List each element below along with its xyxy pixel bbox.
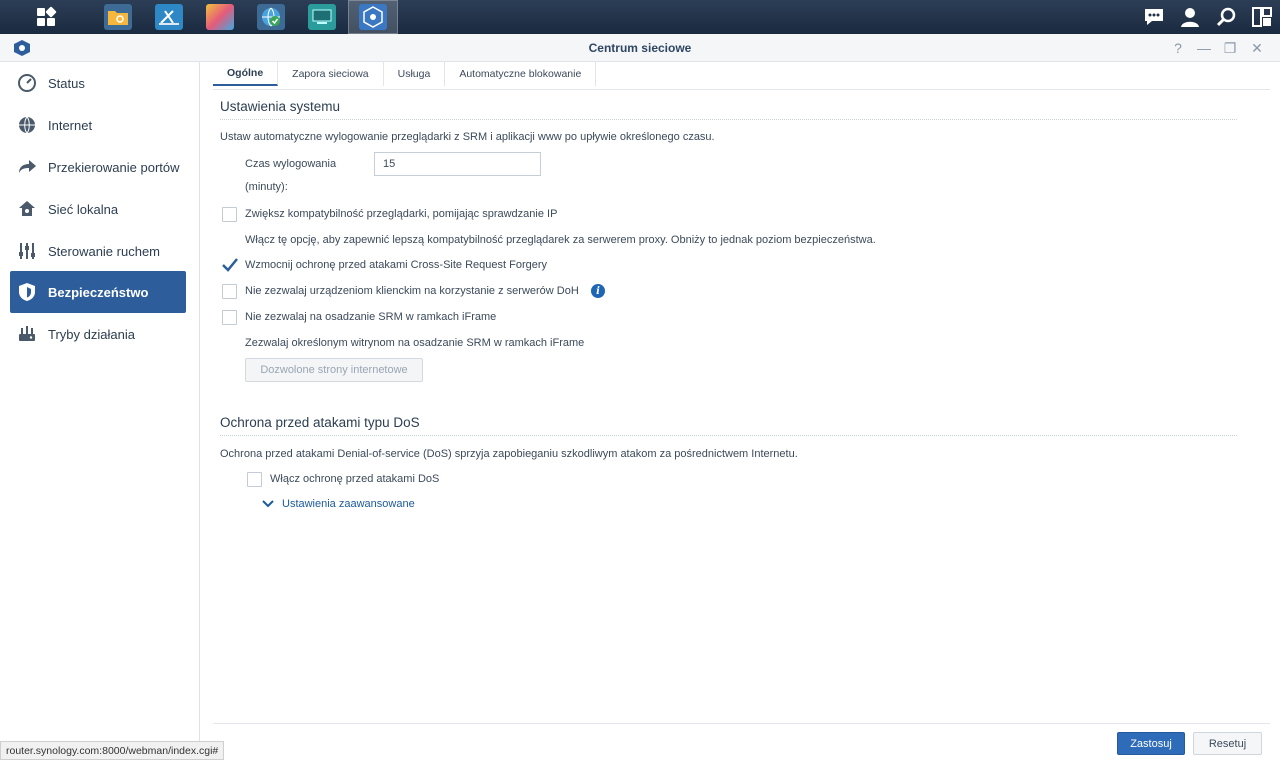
csrf-label: Wzmocnij ochronę przed atakami Cross-Sit… [245, 259, 548, 271]
sidebar-item-label: Internet [48, 117, 93, 133]
user-button[interactable] [1172, 0, 1208, 34]
dos-title: Ochrona przed atakami typu DoS [220, 415, 420, 430]
tab-general[interactable]: Ogólne [213, 62, 279, 86]
advanced-settings-link[interactable]: Ustawienia zaawansowane [262, 498, 415, 510]
iframe-label: Nie zezwalaj na osadzanie SRM w ramkach … [245, 311, 497, 323]
sidebar-item-operation-modes[interactable]: Tryby działania [10, 313, 186, 355]
sidebar-item-traffic-control[interactable]: Sterowanie ruchem [10, 230, 186, 272]
web-globe-icon [257, 4, 285, 30]
iframe-checkbox[interactable] [222, 310, 237, 325]
widgets-icon [1252, 7, 1272, 27]
reset-button[interactable]: Resetuj [1193, 732, 1262, 755]
ip-check-label: Zwiększ kompatybilność przeglądarki, pom… [245, 208, 558, 220]
sidebar-item-internet[interactable]: Internet [10, 104, 186, 146]
taskbar-app-network-tools[interactable] [144, 0, 194, 34]
close-button[interactable]: ✕ [1247, 38, 1267, 58]
main-menu-icon [37, 6, 57, 26]
taskbar-app-monitor[interactable] [297, 0, 347, 34]
network-tools-icon [155, 4, 183, 30]
port-forwarding-icon [16, 156, 38, 178]
window-title: Centrum sieciowe [588, 41, 692, 55]
system-settings-description: Ustaw automatyczne wylogowanie przegląda… [220, 131, 715, 143]
internet-icon [16, 114, 38, 136]
monitor-icon [308, 4, 336, 30]
taskbar [0, 0, 1280, 34]
sidebar-item-label: Status [48, 75, 85, 91]
logout-time-input[interactable]: 15 [374, 152, 541, 176]
notifications-button[interactable] [1136, 0, 1172, 34]
dos-enable-checkbox[interactable] [247, 472, 262, 487]
user-icon [1181, 8, 1199, 27]
search-icon [1216, 7, 1236, 27]
traffic-control-icon [16, 240, 38, 262]
allowed-sites-button[interactable]: Dozwolone strony internetowe [245, 358, 423, 382]
taskbar-app-web[interactable] [246, 0, 296, 34]
tab-service[interactable]: Usługa [384, 62, 446, 86]
file-station-icon [104, 4, 132, 30]
widgets-button[interactable] [1244, 0, 1280, 34]
info-icon[interactable]: i [591, 284, 605, 298]
sidebar-item-port-forwarding[interactable]: Przekierowanie portów [10, 146, 186, 188]
operation-modes-icon [16, 323, 38, 345]
browser-status-bar: router.synology.com:8000/webman/index.cg… [0, 741, 225, 760]
ip-check-checkbox[interactable] [222, 207, 237, 222]
dos-description: Ochrona przed atakami Denial-of-service … [220, 448, 798, 460]
sidebar-item-local-network[interactable]: Sieć lokalna [10, 188, 186, 230]
sidebar-item-label: Sieć lokalna [48, 201, 119, 217]
status-icon [16, 72, 38, 94]
taskbar-app-file-station[interactable] [93, 0, 143, 34]
system-settings-title: Ustawienia systemu [220, 99, 341, 114]
tab-bar: Ogólne Zapora sieciowa Usługa Automatycz… [213, 62, 597, 90]
section-divider [220, 119, 1237, 120]
notifications-icon [1145, 9, 1163, 25]
section-divider [220, 435, 1237, 436]
window-titlebar: Centrum sieciowe ? — ❐ ✕ [0, 34, 1280, 62]
network-center-icon [359, 4, 387, 30]
maximize-button[interactable]: ❐ [1220, 38, 1240, 58]
sidebar-item-status[interactable]: Status [10, 62, 186, 104]
apply-button[interactable]: Zastosuj [1117, 732, 1185, 755]
tab-auto-block[interactable]: Automatyczne blokowanie [445, 62, 597, 86]
chevron-down-icon [262, 500, 274, 508]
main-menu-button[interactable] [0, 0, 92, 34]
sidebar-item-label: Przekierowanie portów [48, 159, 180, 175]
help-button[interactable]: ? [1168, 38, 1188, 58]
photo-icon [206, 4, 234, 30]
taskbar-app-network-center[interactable] [348, 0, 398, 34]
ip-check-note: Włącz tę opcję, aby zapewnić lepszą komp… [245, 234, 876, 246]
logout-time-unit-label: (minuty): [245, 181, 288, 193]
logout-time-label: Czas wylogowania [245, 158, 337, 170]
tab-firewall[interactable]: Zapora sieciowa [278, 62, 384, 86]
local-network-icon [16, 198, 38, 220]
sidebar-item-label: Sterowanie ruchem [48, 243, 160, 259]
footer-divider [213, 723, 1270, 724]
sidebar: Status Internet Przekierowanie portów Si… [0, 62, 200, 760]
csrf-checkbox-checked[interactable] [221, 257, 239, 273]
doh-checkbox[interactable] [222, 284, 237, 299]
doh-label: Nie zezwalaj urządzeniom klienckim na ko… [245, 285, 579, 297]
sidebar-item-label: Tryby działania [48, 326, 135, 342]
search-button[interactable] [1208, 0, 1244, 34]
security-shield-icon [16, 281, 38, 303]
minimize-button[interactable]: — [1194, 38, 1214, 58]
tabs-divider [213, 89, 1270, 90]
advanced-settings-label: Ustawienia zaawansowane [282, 498, 415, 510]
iframe-note: Zezwalaj określonym witrynom na osadzani… [245, 337, 585, 349]
sidebar-item-security[interactable]: Bezpieczeństwo [10, 271, 186, 313]
sidebar-item-label: Bezpieczeństwo [48, 284, 149, 300]
dos-enable-label: Włącz ochronę przed atakami DoS [270, 473, 440, 485]
taskbar-app-photo[interactable] [195, 0, 245, 34]
